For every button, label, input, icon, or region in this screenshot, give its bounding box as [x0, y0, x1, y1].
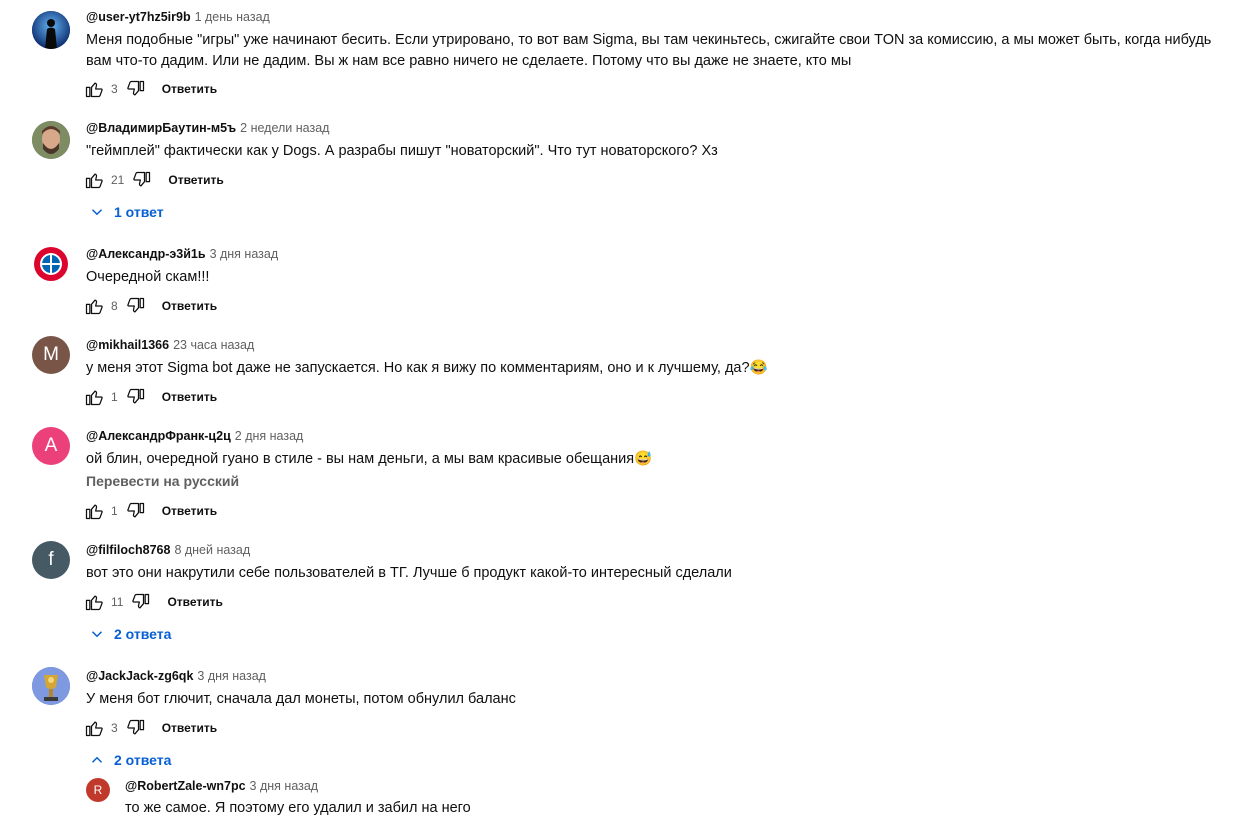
like-icon[interactable]	[84, 592, 104, 612]
like-icon[interactable]	[84, 170, 104, 190]
like-count: 1	[111, 504, 118, 518]
comment-author[interactable]: @АлександрФранк-ц2ц	[86, 429, 231, 443]
comment-header: @ВладимирБаутин-м5ъ 2 недели назад	[86, 119, 329, 137]
comment-actions: 1 Ответить	[84, 500, 217, 522]
comment-time[interactable]: 2 дня назад	[235, 429, 304, 443]
like-icon[interactable]	[84, 296, 104, 316]
show-replies-button[interactable]: 2 ответа	[88, 625, 171, 643]
reply-button[interactable]: Ответить	[168, 173, 223, 187]
comment-actions: 8 Ответить	[84, 295, 217, 317]
avatar[interactable]: R	[86, 778, 110, 802]
like-icon[interactable]	[84, 79, 104, 99]
dislike-icon[interactable]	[126, 718, 146, 738]
comment-text: Меня подобные "игры" уже начинают бесить…	[86, 32, 1212, 69]
avatar[interactable]: M	[32, 336, 70, 374]
comment-author[interactable]: @RobertZale-wn7pc	[125, 779, 246, 793]
comment-author[interactable]: @user-yt7hz5ir9b	[86, 10, 191, 24]
avatar[interactable]	[32, 245, 70, 283]
comment-header: @filfiloch8768 8 дней назад	[86, 541, 250, 559]
comment-header: @Александр-э3й1ь 3 дня назад	[86, 245, 278, 263]
club-crest-avatar-icon	[32, 245, 70, 283]
comment-header: @mikhail1366 23 часа назад	[86, 336, 254, 354]
comment-author[interactable]: @filfiloch8768	[86, 543, 170, 557]
chevron-up-icon	[91, 756, 103, 763]
like-count: 3	[111, 82, 118, 96]
reply-button[interactable]: Ответить	[162, 299, 217, 313]
comment-author[interactable]: @JackJack-zg6qk	[86, 669, 193, 683]
comment-time[interactable]: 3 дня назад	[250, 779, 319, 793]
silhouette-avatar-icon	[32, 11, 70, 49]
dislike-icon[interactable]	[131, 592, 151, 612]
comment-text: "геймплей" фактически как у Dogs. А разр…	[86, 143, 718, 159]
show-replies-button[interactable]: 1 ответ	[88, 203, 164, 221]
replies-count-label: 2 ответа	[114, 626, 172, 642]
comment-actions: 3 Ответить	[84, 717, 217, 739]
comment-text: вот это они накрутили себе пользователей…	[86, 565, 732, 581]
hide-replies-button[interactable]: 2 ответа	[88, 751, 171, 769]
comment-text: ой блин, очередной гуано в стиле - вы на…	[86, 451, 653, 467]
avatar[interactable]	[32, 667, 70, 705]
replies-count-label: 2 ответа	[114, 752, 172, 768]
avatar[interactable]	[32, 121, 70, 159]
like-icon[interactable]	[84, 387, 104, 407]
avatar-letter: f	[48, 549, 54, 570]
comment-author[interactable]: @Александр-э3й1ь	[86, 247, 206, 261]
chevron-down-icon	[91, 631, 103, 638]
like-count: 11	[111, 595, 124, 609]
avatar[interactable]	[32, 11, 70, 49]
comment-text: У меня бот глючит, сначала дал монеты, п…	[86, 691, 516, 707]
comment-time[interactable]: 23 часа назад	[173, 338, 254, 352]
comment-header: @JackJack-zg6qk 3 дня назад	[86, 667, 266, 685]
comment-text: у меня этот Sigma bot даже не запускаетс…	[86, 360, 768, 376]
avatar-letter: R	[93, 783, 103, 797]
dislike-icon[interactable]	[132, 170, 152, 190]
comment-author[interactable]: @mikhail1366	[86, 338, 169, 352]
like-icon[interactable]	[84, 718, 104, 738]
reply-button[interactable]: Ответить	[162, 82, 217, 96]
reply-button[interactable]: Ответить	[162, 721, 217, 735]
avatar[interactable]: f	[32, 541, 70, 579]
like-count: 8	[111, 299, 118, 313]
comment-actions: 1 Ответить	[84, 386, 217, 408]
comment-header: @АлександрФранк-ц2ц 2 дня назад	[86, 427, 303, 445]
comment-author[interactable]: @ВладимирБаутин-м5ъ	[86, 121, 236, 135]
dislike-icon[interactable]	[126, 79, 146, 99]
reply-button[interactable]: Ответить	[167, 595, 222, 609]
chevron-down-icon	[91, 209, 103, 216]
replies-count-label: 1 ответ	[114, 204, 164, 220]
trophy-avatar-icon	[32, 667, 70, 705]
like-icon[interactable]	[84, 501, 104, 521]
reply-button[interactable]: Ответить	[162, 390, 217, 404]
dislike-icon[interactable]	[126, 501, 146, 521]
comment-text: то же самое. Я поэтому его удалил и заби…	[125, 800, 471, 816]
comment-time[interactable]: 3 дня назад	[210, 247, 279, 261]
comment-actions: 11 Ответить	[84, 591, 223, 613]
comment-header: @user-yt7hz5ir9b 1 день назад	[86, 8, 270, 26]
dislike-icon[interactable]	[126, 387, 146, 407]
reply-button[interactable]: Ответить	[162, 504, 217, 518]
comment-time[interactable]: 3 дня назад	[197, 669, 266, 683]
avatar-letter: M	[43, 344, 59, 365]
comment-header: @RobertZale-wn7pc 3 дня назад	[125, 777, 318, 795]
dislike-icon[interactable]	[126, 296, 146, 316]
comment-text: Очередной скам!!!	[86, 269, 210, 285]
avatar-letter: A	[44, 435, 58, 456]
comment-time[interactable]: 2 недели назад	[240, 121, 329, 135]
like-count: 1	[111, 390, 118, 404]
comment-time[interactable]: 8 дней назад	[174, 543, 250, 557]
avatar[interactable]: A	[32, 427, 70, 465]
like-count: 3	[111, 721, 118, 735]
like-count: 21	[111, 173, 125, 187]
comment-actions: 3 Ответить	[84, 78, 217, 100]
comment-actions: 21 Ответить	[84, 169, 224, 191]
translate-link[interactable]: Перевести на русский	[86, 473, 239, 489]
photo-avatar-icon	[32, 121, 70, 159]
comment-time[interactable]: 1 день назад	[195, 10, 270, 24]
